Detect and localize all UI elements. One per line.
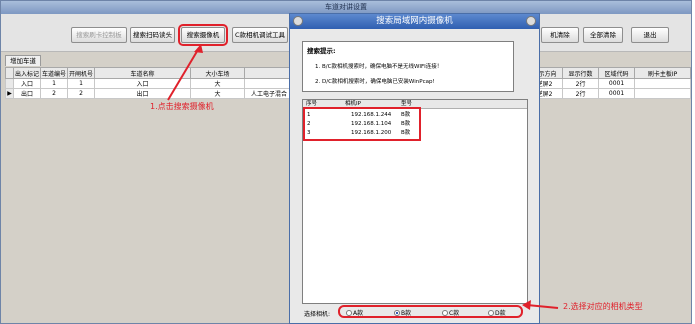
c-camera-debug-tool-button[interactable]: C款相机调试工具 [232,27,288,43]
device-list-highlight [303,107,421,141]
radio-label: B款 [401,310,412,317]
annotation-step1: 1.点击搜索摄像机 [150,102,214,111]
column-header[interactable]: 区域代码 [598,67,636,79]
dialog-title-text: 搜索局域网内摄像机 [376,16,453,26]
radio-label: D款 [495,310,506,317]
row-marker [5,78,14,89]
radio-camera-b[interactable]: B款 [394,308,411,317]
column-header[interactable]: 车道编号 [40,67,69,79]
search-scanner-button[interactable]: 搜索扫码读头 [130,27,175,43]
table-cell[interactable]: 0001 [598,78,636,89]
search-camera-button[interactable]: 搜索摄像机 [178,24,228,46]
annotation-step2: 2.选择对应的相机类型 [563,302,643,311]
tab-add-lane[interactable]: 增加车道 [5,55,41,66]
column-header[interactable]: 出入标记 [12,67,42,79]
radio-label: C款 [449,310,460,317]
table-cell[interactable]: 大 [190,78,246,89]
column-header[interactable]: 大小车场 [190,67,246,79]
current-row-marker-icon: ▶ [5,88,14,99]
column-header[interactable]: 显示行数 [562,67,600,79]
table-cell[interactable]: 1 [67,78,96,89]
table-cell[interactable] [634,78,691,89]
radio-camera-c[interactable]: C款 [442,308,459,317]
search-card-reader-button[interactable]: 搜索刷卡控制板 [71,27,127,43]
table-cell[interactable]: 出口 [94,88,192,99]
radio-unchecked-icon [442,310,448,316]
table-cell[interactable]: 0001 [598,88,636,99]
hint-line: 2. D/C款相机搜索时，确保电脑已安装WinPcap! [315,79,435,85]
radio-unchecked-icon [346,310,352,316]
tab-strip: 增加车道 [5,55,41,66]
radio-label: A款 [353,310,364,317]
table-cell[interactable]: 大 [190,88,246,99]
table-cell[interactable]: 2行 [562,78,600,89]
camera-type-selector: 选择相机: A款 B款 C款 D款 [302,304,528,320]
hint-line: 1. B/C款相机搜索时，确保电脑不是无线WIFI连接！ [315,64,443,70]
table-cell[interactable]: 2 [40,88,69,99]
radio-camera-a[interactable]: A款 [346,308,363,317]
column-header[interactable]: 刷卡主板IP [634,67,691,79]
dialog-menu-icon[interactable] [293,16,303,26]
search-hint-box: 搜索提示: 1. B/C款相机搜索时，确保电脑不是无线WIFI连接！ 2. D/… [302,41,514,92]
dialog-close-icon[interactable] [526,16,536,26]
table-cell[interactable]: 2行 [562,88,600,99]
camera-list: 序号 相机IP 型号 1 192.168.1.244 B款 2 192.168.… [302,99,528,304]
column-header[interactable]: 开闸机号 [67,67,96,79]
lane-clear-button[interactable]: 机清除 [541,27,579,43]
table-cell[interactable]: 1 [40,78,69,89]
camera-select-label: 选择相机: [304,311,331,318]
hint-title: 搜索提示: [307,47,336,55]
dialog-title: 搜索局域网内摄像机 [290,14,539,29]
table-cell[interactable]: 入口 [94,78,192,89]
radio-unchecked-icon [488,310,494,316]
camera-search-dialog: 搜索局域网内摄像机 搜索提示: 1. B/C款相机搜索时，确保电脑不是无线WIF… [289,13,540,324]
exit-button[interactable]: 退出 [631,27,669,43]
radio-checked-icon [394,310,400,316]
radio-camera-d[interactable]: D款 [488,308,506,317]
clear-all-button[interactable]: 全部清除 [583,27,623,43]
column-header[interactable]: 车道名称 [94,67,192,79]
row-header-corner [5,67,14,79]
table-cell[interactable]: 2 [67,88,96,99]
table-cell[interactable] [634,88,691,99]
table-cell[interactable]: 出口 [12,88,42,99]
table-cell[interactable]: 入口 [12,78,42,89]
